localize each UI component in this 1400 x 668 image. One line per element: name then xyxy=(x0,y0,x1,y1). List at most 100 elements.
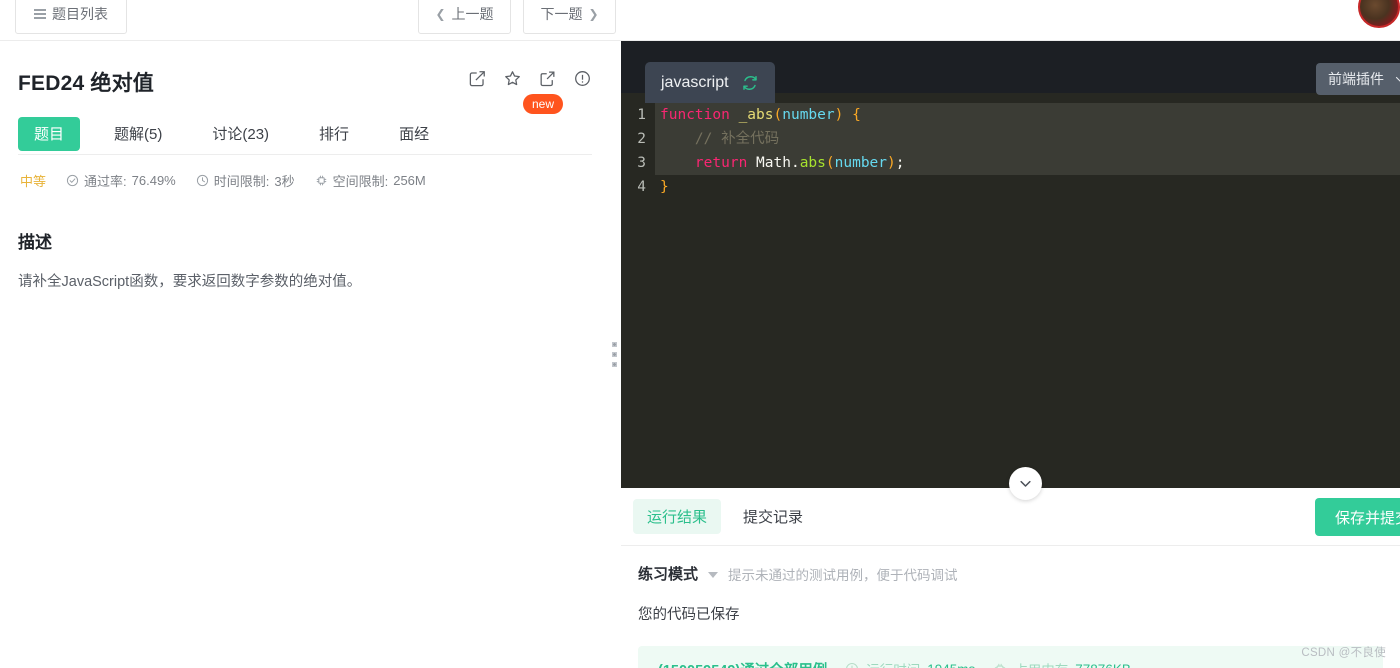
external-link-icon[interactable] xyxy=(538,69,557,88)
chevron-right-icon: ❯ xyxy=(588,7,599,21)
problem-stats: 中等 通过率: 76.49% 时间限制: 3秒 空间限制: 256M xyxy=(18,171,592,190)
code-line[interactable]: 4} xyxy=(621,175,1400,199)
chevron-down-icon[interactable] xyxy=(708,572,719,578)
code-line[interactable]: 2 // 补全代码 xyxy=(621,127,1400,151)
editor-toolbar: javascript 前端插件 xyxy=(621,41,1400,103)
collapse-panel-button[interactable] xyxy=(1009,467,1042,500)
clock-icon xyxy=(196,174,208,187)
difficulty-label: 中等 xyxy=(20,174,47,189)
code-token: ) xyxy=(887,155,896,171)
code-line-text: return Math.abs(number); xyxy=(655,151,1400,175)
panel-resize-handle[interactable] xyxy=(608,41,621,668)
report-exclamation-icon[interactable] xyxy=(573,69,592,88)
code-workspace-panel: javascript 前端插件 1 function _abs(number) {… xyxy=(621,41,1400,668)
tab-discussion[interactable]: 讨论(23) xyxy=(196,117,285,151)
code-token: _abs xyxy=(738,107,774,123)
save-and-submit-button[interactable]: 保存并提交 xyxy=(1314,498,1400,536)
save-and-submit-label: 保存并提交 xyxy=(1334,509,1400,527)
runtime-metric: 运行时间 1945ms xyxy=(845,659,975,668)
line-number: 3 xyxy=(637,155,646,171)
previous-problem-label: 上一题 xyxy=(451,6,494,22)
frontend-plugin-label: 前端插件 xyxy=(1328,71,1384,87)
tab-ranking[interactable]: 排行 xyxy=(303,117,365,151)
code-token: ( xyxy=(825,155,835,171)
memory-metric: 占用内存 77876KB xyxy=(993,659,1131,668)
pass-rate-label: 通过率: xyxy=(84,174,127,189)
chevron-down-icon xyxy=(1395,76,1400,82)
code-token: number xyxy=(782,107,835,123)
time-limit-label: 时间限制: xyxy=(213,174,270,189)
code-line-text: // 补全代码 xyxy=(655,127,1400,151)
time-limit-stat: 时间限制: 3秒 xyxy=(196,171,295,190)
code-token: . xyxy=(790,155,800,171)
list-icon xyxy=(34,9,46,19)
practice-mode-dropdown[interactable]: 练习模式 xyxy=(638,563,698,584)
code-token: ; xyxy=(895,155,905,171)
tab-discussion-label: 讨论(23) xyxy=(212,126,270,143)
tab-run-result[interactable]: 运行结果 xyxy=(633,499,722,534)
pass-rate-value: 76.49% xyxy=(131,173,176,188)
code-line-text: function _abs(number) { xyxy=(655,103,1400,127)
avatar[interactable] xyxy=(1358,0,1400,28)
next-problem-button[interactable]: 下一题 ❯ xyxy=(523,0,616,34)
tab-interview[interactable]: 面经 xyxy=(383,117,445,151)
problem-list-button[interactable]: 题目列表 xyxy=(15,0,127,34)
test-result-row: (150059549)通过全部用例 运行时间 1945ms 占用内存 77876… xyxy=(638,646,1383,668)
drag-dots-icon xyxy=(612,342,617,367)
space-limit-stat: 空间限制: 256M xyxy=(315,171,426,190)
clock-icon xyxy=(846,662,859,668)
line-number: 2 xyxy=(637,131,646,147)
tab-run-result-label: 运行结果 xyxy=(647,509,708,526)
edit-note-icon[interactable] xyxy=(468,69,487,88)
refresh-reset-icon[interactable] xyxy=(741,74,759,92)
code-content[interactable]: 1 function _abs(number) {2 // 补全代码 3 retur… xyxy=(621,103,1400,488)
tab-solutions[interactable]: 题解(5) xyxy=(98,117,178,151)
star-favorite-icon[interactable] xyxy=(503,69,522,88)
description-text: 请补全JavaScript函数，要求返回数字参数的绝对值。 xyxy=(18,274,362,290)
code-token: return xyxy=(694,155,748,171)
code-line[interactable]: 3 return Math.abs(number); xyxy=(621,151,1400,175)
previous-problem-button[interactable]: ❮ 上一题 xyxy=(418,0,511,34)
runtime-label: 运行时间 xyxy=(866,659,920,668)
space-limit-value: 256M xyxy=(393,173,426,188)
submission-id: (150059549) xyxy=(658,663,740,668)
time-limit-value: 3秒 xyxy=(274,174,295,189)
result-panel: 运行结果 提交记录 保存并提交 练习模式 提示未通过的测试用例，便于代码调试 您… xyxy=(621,488,1400,668)
tab-ranking-label: 排行 xyxy=(319,126,350,143)
memory-label: 占用内存 xyxy=(1014,659,1068,668)
language-tab[interactable]: javascript xyxy=(645,62,775,103)
code-editor[interactable]: javascript 前端插件 1 function _abs(number) {… xyxy=(621,41,1400,488)
mode-selector-row: 练习模式 提示未通过的测试用例，便于代码调试 xyxy=(621,546,1400,584)
tab-problem[interactable]: 题目 xyxy=(18,116,81,151)
problem-actions xyxy=(468,69,592,88)
saved-message: 您的代码已保存 xyxy=(638,607,740,623)
result-status: (150059549)通过全部用例 xyxy=(658,659,827,668)
chevron-left-icon: ❮ xyxy=(435,7,446,21)
code-token: ( xyxy=(773,107,783,123)
code-token: // 补全代码 xyxy=(660,131,780,147)
code-token: Math xyxy=(756,155,791,171)
problem-list-label: 题目列表 xyxy=(52,6,108,22)
language-tab-label: javascript xyxy=(661,73,729,91)
tab-submission-records[interactable]: 提交记录 xyxy=(729,499,817,534)
line-number: 1 xyxy=(637,107,646,123)
status-badge: 通过全部用例 xyxy=(740,663,827,668)
code-line[interactable]: 1 function _abs(number) { xyxy=(621,103,1400,127)
new-badge: new xyxy=(523,94,564,114)
frontend-plugin-button[interactable]: 前端插件 xyxy=(1316,63,1400,95)
tab-solutions-label: 题解(5) xyxy=(114,126,163,143)
code-line-text: } xyxy=(655,175,1400,199)
space-limit-label: 空间限制: xyxy=(332,174,389,189)
line-number: 4 xyxy=(637,179,646,195)
next-problem-label: 下一题 xyxy=(540,6,583,22)
pass-rate-stat: 通过率: 76.49% xyxy=(66,171,176,190)
problem-tabs: 题目 题解(5) 讨论(23) 排行 面经 new xyxy=(18,94,592,155)
mode-hint-text: 提示未通过的测试用例，便于代码调试 xyxy=(728,567,958,583)
code-token: abs xyxy=(799,155,826,171)
page-title: FED24 绝对值 xyxy=(18,72,154,95)
code-token: number xyxy=(834,155,888,171)
